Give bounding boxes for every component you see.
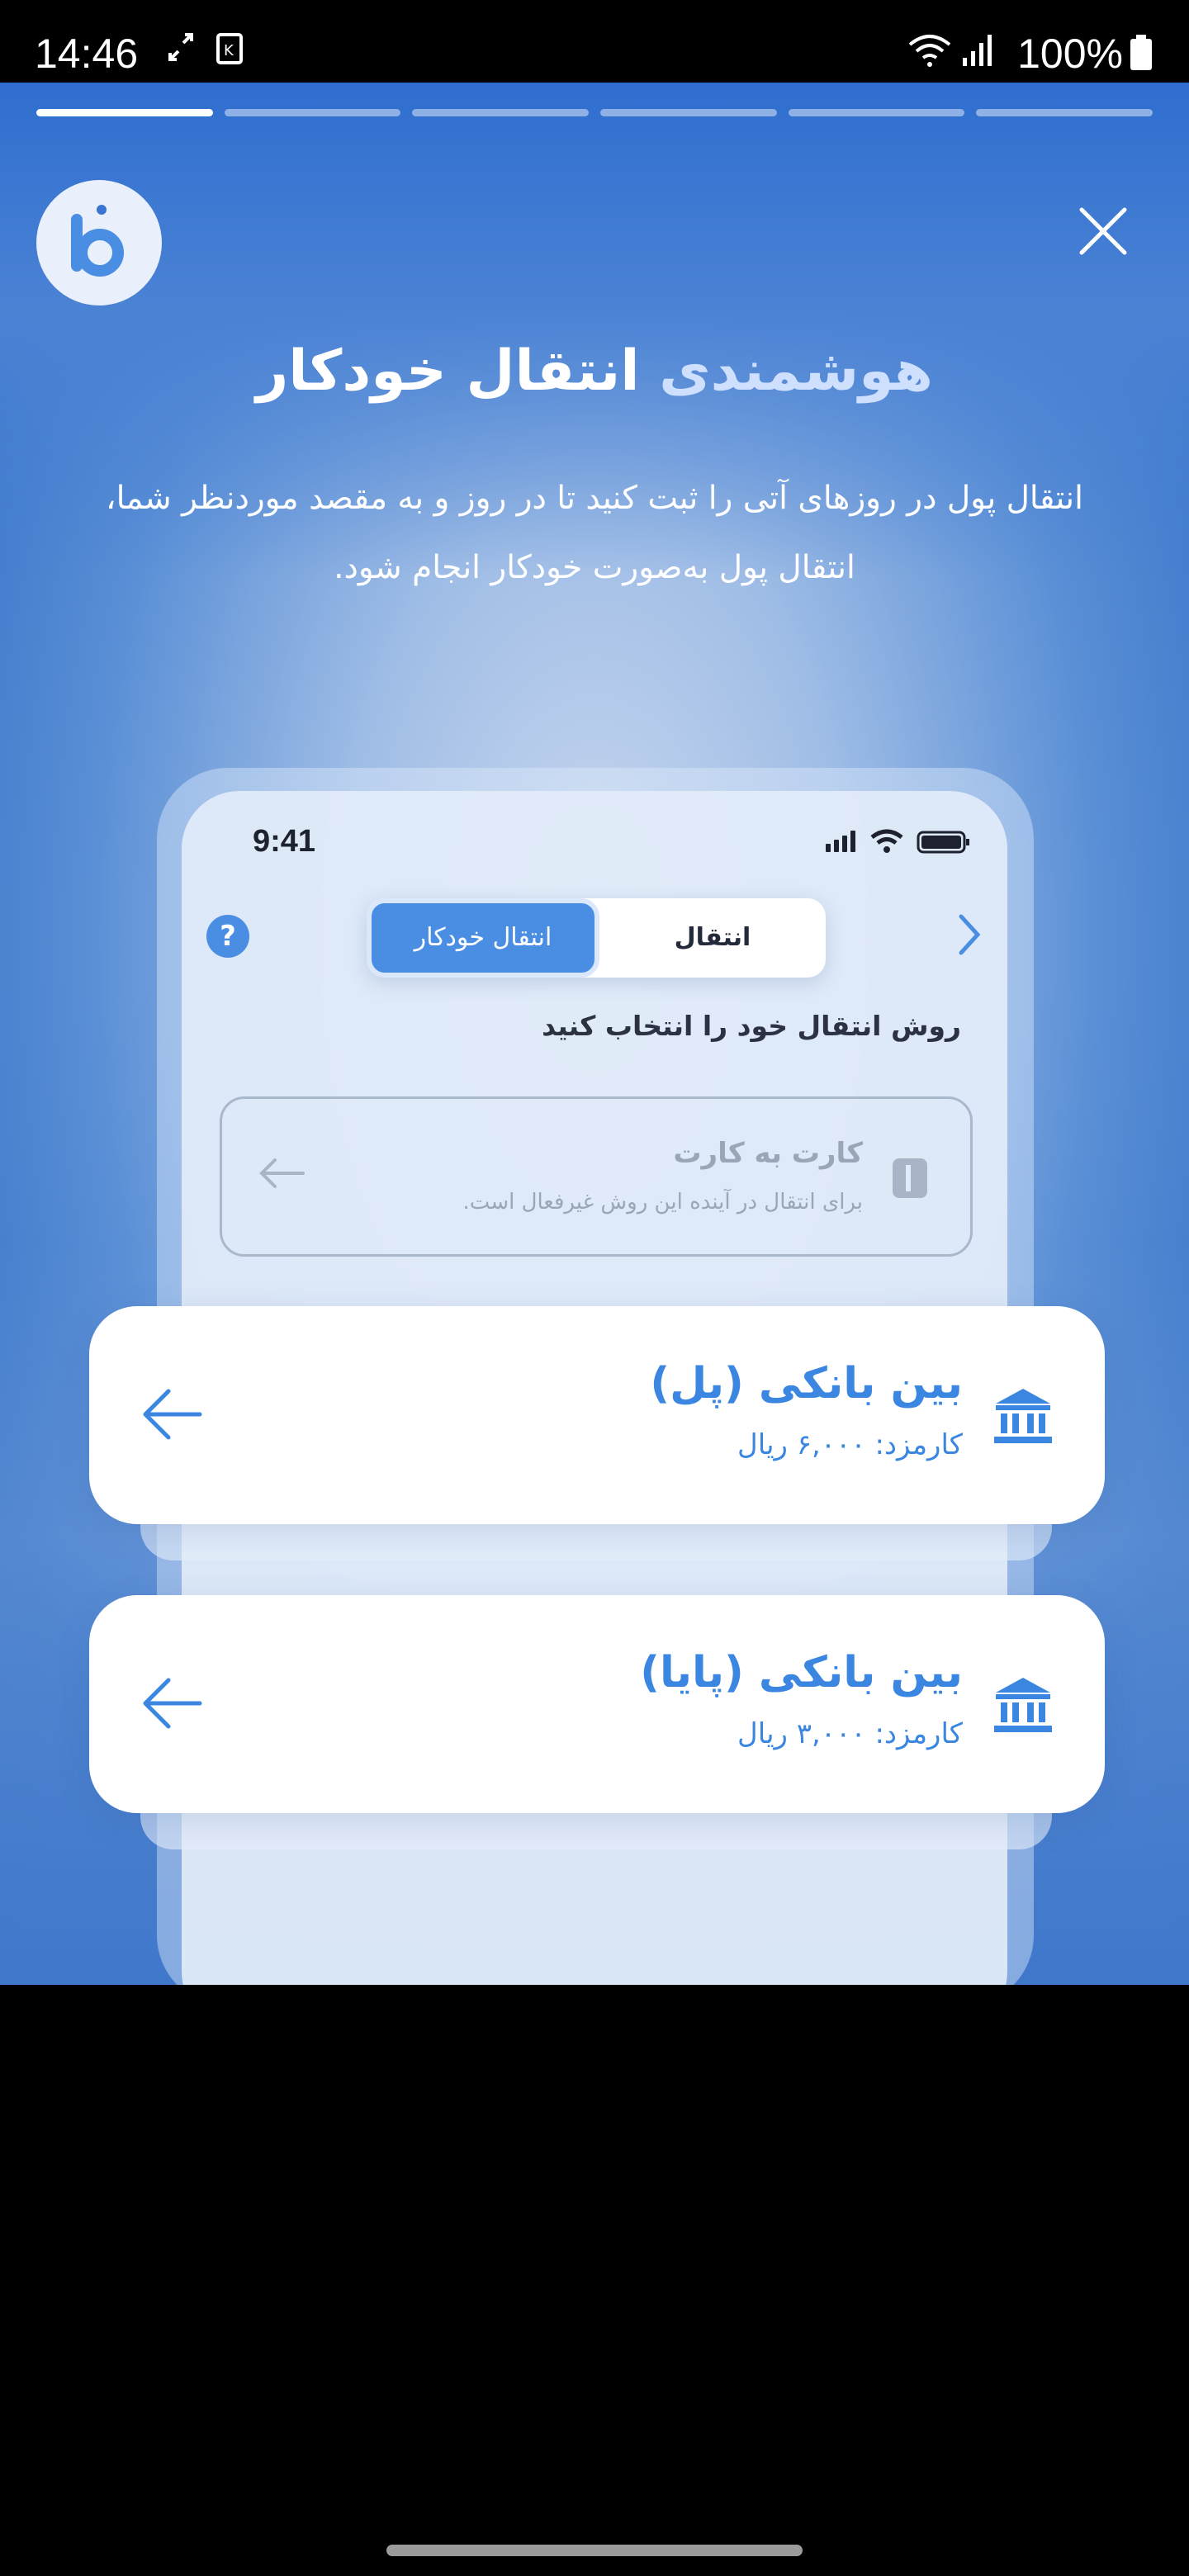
progress-segment-active (36, 109, 213, 116)
signal-icon (961, 33, 994, 71)
mock-card-to-card-option: کارت به کارت برای انتقال در آینده این رو… (220, 1096, 973, 1257)
app-logo (36, 180, 162, 305)
mock-clock: 9:41 (253, 824, 316, 859)
arrow-left-icon (140, 1674, 203, 1735)
progress-segment (412, 109, 590, 116)
headline-main: انتقال خودکار (256, 339, 640, 404)
bank-option-title: بین بانکی (پل) (650, 1359, 963, 1409)
description-line: انتقال پول به‌صورت خودکار انجام شود. (334, 549, 855, 586)
mock-tab-transfer: انتقال (674, 923, 751, 952)
mock-tab-auto-transfer: انتقال خودکار (367, 898, 599, 978)
mock-prompt: روش انتقال خود را انتخاب کنید (542, 1010, 961, 1042)
status-bar: 14:46 K 100% (0, 0, 1189, 83)
mock-card-title: کارت به کارت (673, 1137, 863, 1170)
clock: 14:46 (35, 31, 139, 77)
mock-tab-switch: انتقال خودکار انتقال (367, 898, 826, 978)
headline-highlight: هوشمندی (659, 339, 933, 404)
bank-icon (992, 1674, 1054, 1739)
bank-icon (992, 1385, 1054, 1450)
arrow-left-icon (140, 1385, 203, 1447)
notification-card-icon: K (216, 33, 243, 68)
story-progress (36, 109, 1153, 117)
story-description: انتقال پول در روزهای آتی را ثبت کنید تا … (74, 464, 1115, 603)
home-indicator[interactable] (386, 2545, 803, 2556)
mock-status-icons (826, 829, 974, 857)
description-line: انتقال پول در روزهای آتی را ثبت کنید تا … (106, 480, 1083, 517)
bank-option-title: بین بانکی (پایا) (640, 1648, 963, 1698)
progress-segment (600, 109, 777, 116)
close-icon (1079, 207, 1127, 255)
close-button[interactable] (1070, 198, 1136, 264)
bank-option-fee: کارمزد: ۳,۰۰۰ ریال (737, 1717, 963, 1750)
card-icon (891, 1157, 929, 1203)
sync-icon (168, 33, 193, 64)
bank-option-paya[interactable]: بین بانکی (پایا) کارمزد: ۳,۰۰۰ ریال (89, 1595, 1105, 1813)
arrow-left-icon (258, 1157, 305, 1193)
mock-card-subtitle: برای انتقال در آینده این روش غیرفعال است… (462, 1190, 863, 1215)
mock-help-icon: ? (206, 915, 249, 958)
wifi-icon (907, 33, 953, 71)
b-logo-icon (71, 205, 124, 277)
progress-segment (224, 109, 401, 116)
battery-percent: 100% (1017, 31, 1123, 77)
mock-back-chevron-icon (955, 912, 984, 961)
svg-text:K: K (224, 42, 234, 59)
progress-segment (788, 109, 965, 116)
story-headline: هوشمندی انتقال خودکار (0, 339, 1189, 404)
bank-option-fee: کارمزد: ۶,۰۰۰ ریال (737, 1428, 963, 1461)
battery-icon (1130, 35, 1153, 74)
story-screen: هوشمندی انتقال خودکار انتقال پول در روزه… (0, 83, 1189, 1985)
progress-segment (976, 109, 1153, 116)
bank-option-pol[interactable]: بین بانکی (پل) کارمزد: ۶,۰۰۰ ریال (89, 1306, 1105, 1524)
